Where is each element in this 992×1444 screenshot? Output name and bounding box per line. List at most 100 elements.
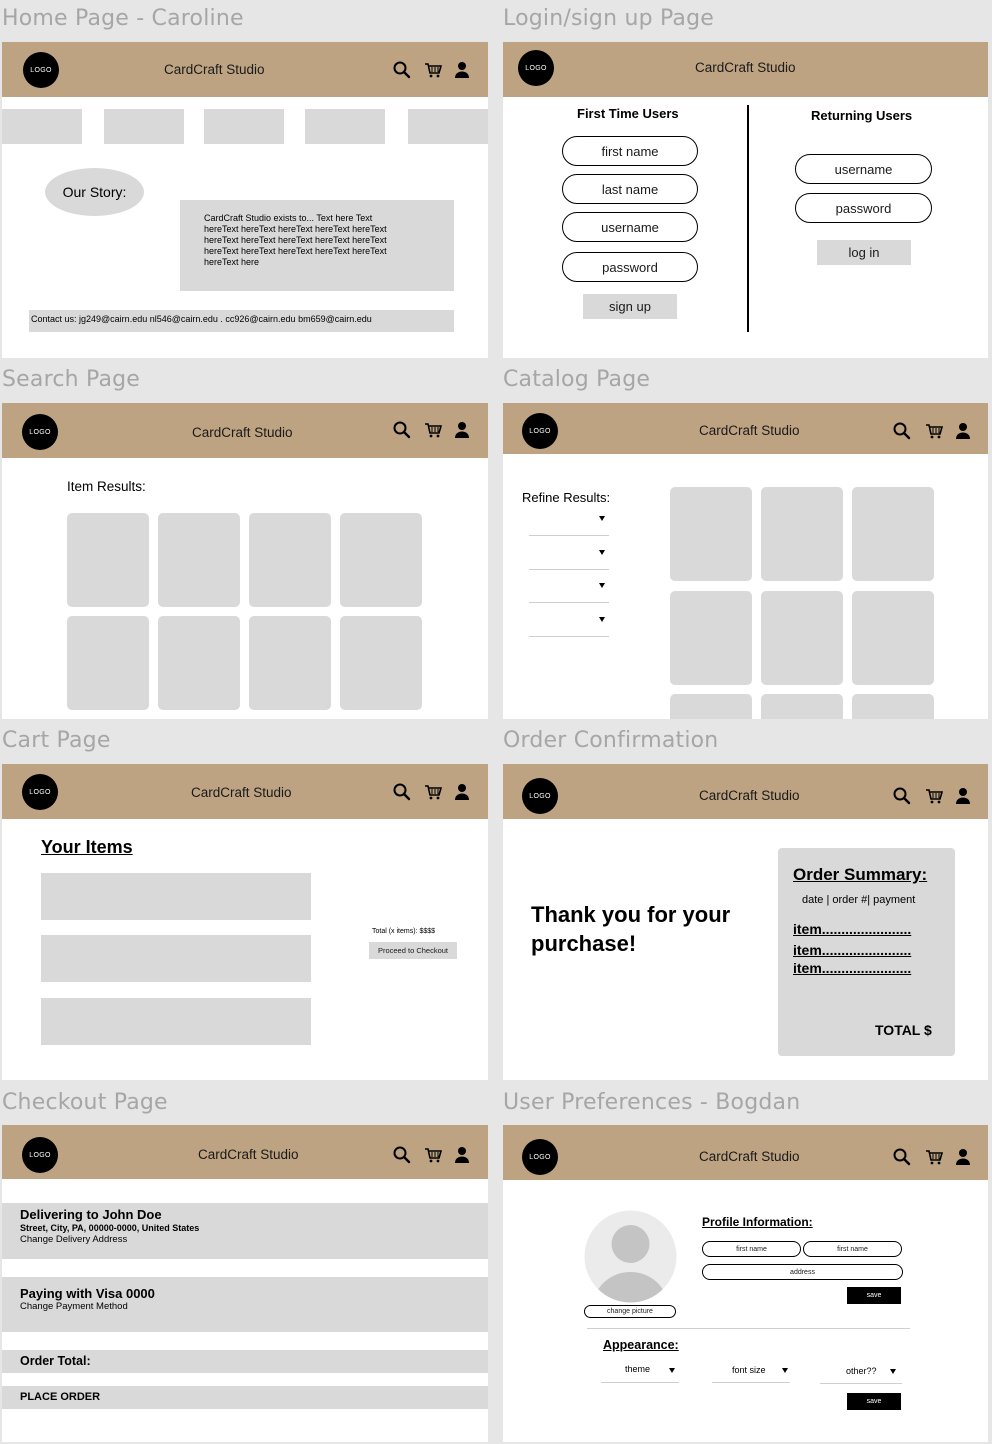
order-summary-card: Order Summary: date | order #| payment i… bbox=[778, 848, 955, 1056]
other-dropdown[interactable]: other?? bbox=[820, 1363, 902, 1384]
filter-dropdown[interactable] bbox=[529, 610, 609, 637]
item-card[interactable] bbox=[158, 513, 240, 607]
cart-item-row[interactable] bbox=[41, 935, 311, 982]
cart-item-row[interactable] bbox=[41, 998, 311, 1045]
site-header: LOGO CardCraft Studio bbox=[2, 1125, 488, 1179]
filter-dropdown[interactable] bbox=[529, 509, 609, 536]
chevron-down-icon bbox=[599, 516, 605, 521]
search-icon[interactable] bbox=[892, 1147, 912, 1167]
user-icon[interactable] bbox=[452, 420, 472, 440]
change-picture-button[interactable]: change picture bbox=[584, 1305, 676, 1318]
save-appearance-button[interactable]: save bbox=[847, 1393, 901, 1410]
signup-password-field[interactable]: password bbox=[562, 252, 698, 282]
nav-tab-4[interactable] bbox=[305, 109, 385, 144]
nav-tab-5[interactable] bbox=[408, 109, 488, 144]
item-card[interactable] bbox=[67, 616, 149, 710]
logo[interactable]: LOGO bbox=[518, 50, 554, 86]
site-header: LOGO CardCraft Studio bbox=[503, 42, 988, 97]
search-icon[interactable] bbox=[392, 782, 412, 802]
item-card[interactable] bbox=[340, 616, 422, 710]
nav-tab-3[interactable] bbox=[204, 109, 284, 144]
first-name-field[interactable]: first name bbox=[562, 136, 698, 166]
user-icon[interactable] bbox=[452, 60, 472, 80]
user-icon[interactable] bbox=[953, 1147, 973, 1167]
delivery-section[interactable]: Delivering to John Doe Street, City, PA,… bbox=[2, 1203, 488, 1259]
item-results-label: Item Results: bbox=[67, 479, 146, 494]
site-header: LOGO CardCraft Studio bbox=[2, 764, 488, 819]
brand-name: CardCraft Studio bbox=[192, 425, 293, 440]
sign-up-button[interactable]: sign up bbox=[583, 294, 677, 319]
user-icon[interactable] bbox=[452, 1145, 472, 1165]
filter-dropdown[interactable] bbox=[529, 543, 609, 570]
thank-you-heading: Thank you for your bbox=[531, 902, 731, 927]
search-icon[interactable] bbox=[392, 420, 412, 440]
order-item-line: item....................... bbox=[793, 921, 912, 937]
logo[interactable]: LOGO bbox=[522, 1139, 558, 1175]
log-in-button[interactable]: log in bbox=[817, 240, 911, 265]
address-field[interactable]: address bbox=[702, 1264, 903, 1280]
logo[interactable]: LOGO bbox=[22, 1137, 58, 1173]
item-card[interactable] bbox=[249, 513, 331, 607]
nav-tab-2[interactable] bbox=[104, 109, 184, 144]
cart-icon[interactable] bbox=[423, 420, 443, 440]
user-icon[interactable] bbox=[452, 782, 472, 802]
order-total-label: Order Total: bbox=[20, 1354, 91, 1368]
cart-icon[interactable] bbox=[924, 786, 944, 806]
save-profile-button[interactable]: save bbox=[847, 1287, 901, 1304]
change-delivery-link[interactable]: Change Delivery Address bbox=[20, 1234, 127, 1245]
cart-icon[interactable] bbox=[423, 1145, 443, 1165]
cart-icon[interactable] bbox=[924, 421, 944, 441]
signup-username-field[interactable]: username bbox=[562, 212, 698, 242]
theme-label: theme bbox=[625, 1364, 651, 1374]
catalog-card[interactable] bbox=[852, 591, 934, 685]
place-order-button[interactable]: PLACE ORDER bbox=[2, 1386, 488, 1409]
user-preferences-frame: LOGO CardCraft Studio change picture Pro… bbox=[503, 1125, 988, 1442]
order-confirmation-frame: LOGO CardCraft Studio Thank you for your… bbox=[503, 764, 988, 1080]
user-icon[interactable] bbox=[953, 786, 973, 806]
login-password-field[interactable]: password bbox=[795, 193, 932, 223]
theme-dropdown[interactable]: theme bbox=[601, 1362, 679, 1383]
search-icon[interactable] bbox=[392, 60, 412, 80]
first-name-field-2[interactable]: first name bbox=[803, 1241, 902, 1257]
item-card[interactable] bbox=[67, 513, 149, 607]
contact-text: Contact us: jg249@cairn.edu nl546@cairn.… bbox=[31, 314, 372, 324]
item-card[interactable] bbox=[340, 513, 422, 607]
logo[interactable]: LOGO bbox=[23, 52, 59, 88]
frame-title-prefs: User Preferences - Bogdan bbox=[503, 1090, 801, 1115]
item-card[interactable] bbox=[158, 616, 240, 710]
frame-title-home: Home Page - Caroline bbox=[2, 6, 244, 31]
login-username-field[interactable]: username bbox=[795, 154, 932, 184]
cart-icon[interactable] bbox=[423, 60, 443, 80]
brand-name: CardCraft Studio bbox=[699, 1149, 800, 1164]
catalog-card[interactable] bbox=[761, 487, 843, 581]
profile-info-title: Profile Information: bbox=[702, 1215, 813, 1229]
user-icon[interactable] bbox=[953, 421, 973, 441]
catalog-card[interactable] bbox=[761, 694, 843, 719]
font-size-dropdown[interactable]: font size bbox=[712, 1362, 790, 1383]
last-name-field[interactable]: last name bbox=[562, 174, 698, 204]
logo[interactable]: LOGO bbox=[522, 413, 558, 449]
cart-icon[interactable] bbox=[423, 782, 443, 802]
logo[interactable]: LOGO bbox=[22, 774, 58, 810]
change-payment-link[interactable]: Change Payment Method bbox=[20, 1301, 128, 1312]
catalog-card[interactable] bbox=[670, 694, 752, 719]
order-summary-title: Order Summary: bbox=[793, 865, 928, 884]
catalog-card[interactable] bbox=[670, 487, 752, 581]
filter-dropdown[interactable] bbox=[529, 576, 609, 603]
search-icon[interactable] bbox=[892, 421, 912, 441]
catalog-card[interactable] bbox=[852, 694, 934, 719]
cart-item-row[interactable] bbox=[41, 873, 311, 920]
item-card[interactable] bbox=[249, 616, 331, 710]
catalog-card[interactable] bbox=[761, 591, 843, 685]
search-icon[interactable] bbox=[892, 786, 912, 806]
catalog-card[interactable] bbox=[852, 487, 934, 581]
logo[interactable]: LOGO bbox=[522, 778, 558, 814]
nav-tab-1[interactable] bbox=[2, 109, 82, 144]
cart-icon[interactable] bbox=[924, 1147, 944, 1167]
first-name-field[interactable]: first name bbox=[702, 1241, 801, 1257]
catalog-card[interactable] bbox=[670, 591, 752, 685]
logo[interactable]: LOGO bbox=[22, 414, 58, 450]
payment-section[interactable]: Paying with Visa 0000 Change Payment Met… bbox=[2, 1277, 488, 1332]
proceed-to-checkout-button[interactable]: Proceed to Checkout bbox=[369, 942, 457, 959]
search-icon[interactable] bbox=[392, 1145, 412, 1165]
